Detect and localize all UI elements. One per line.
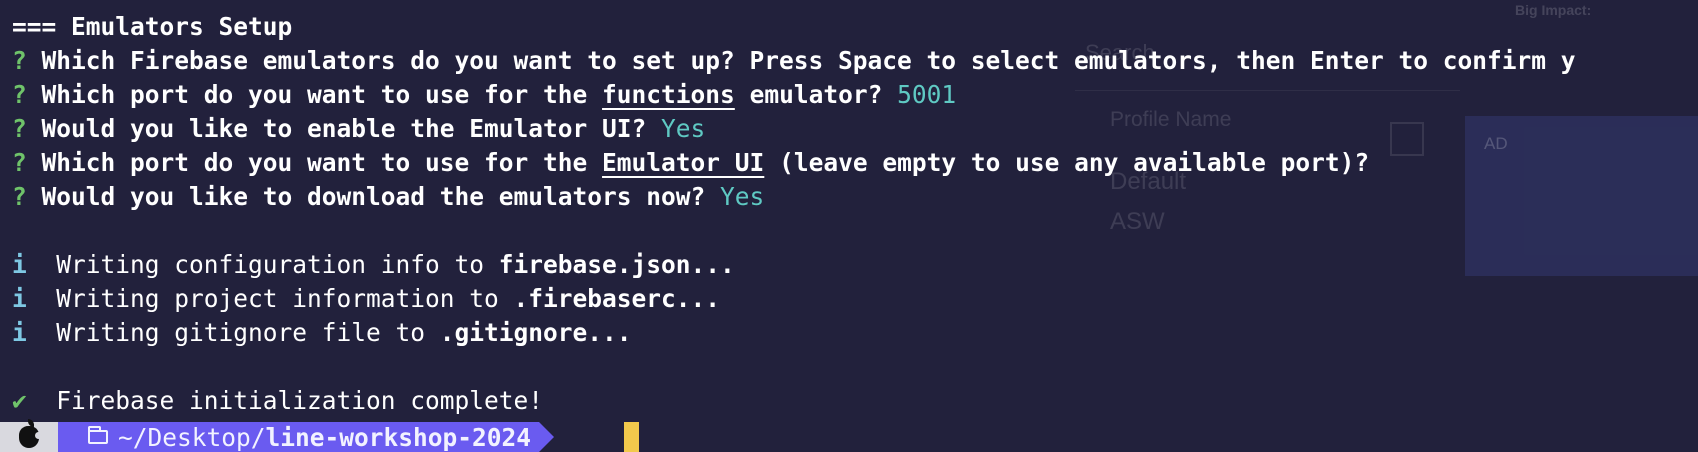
- question-mark-icon: ?: [12, 46, 27, 75]
- emphasized-term: functions: [602, 80, 735, 109]
- terminal-cursor[interactable]: [624, 422, 639, 452]
- question-text: emulator?: [734, 80, 898, 109]
- question-mark-icon: ?: [12, 80, 27, 109]
- file-name: .gitignore...: [439, 318, 632, 347]
- info-text: Writing gitignore file to: [26, 318, 440, 347]
- apple-icon: [19, 419, 42, 448]
- folder-icon: [88, 426, 108, 444]
- output-line-write-gitignore: i Writing gitignore file to .gitignore..…: [12, 316, 1698, 350]
- shell-prompt: ~/Desktop/line-workshop-2024: [0, 419, 555, 452]
- path-prefix: ~/Desktop/: [118, 422, 266, 452]
- file-name: firebase.json...: [498, 250, 735, 279]
- output-line-enable-ui: ? Would you like to enable the Emulator …: [12, 112, 1698, 146]
- success-text: Firebase initialization complete!: [26, 386, 544, 415]
- emphasized-term: Emulator UI: [602, 148, 765, 177]
- question-mark-icon: ?: [12, 148, 27, 177]
- question-text: Which port do you want to use for the: [41, 148, 603, 177]
- question-mark-icon: ?: [12, 114, 27, 143]
- output-line-ui-port: ? Which port do you want to use for the …: [12, 146, 1698, 180]
- question-text: (leave empty to use any available port)?: [764, 148, 1370, 177]
- terminal-output: === Emulators Setup ? Which Firebase emu…: [0, 0, 1698, 418]
- checkmark-icon: ✔: [12, 386, 27, 415]
- prompt-path-segment: ~/Desktop/line-workshop-2024: [58, 422, 555, 452]
- output-line-complete: ✔ Firebase initialization complete!: [12, 384, 1698, 418]
- info-icon: i: [12, 318, 27, 347]
- output-line-emulators-question: ? Which Firebase emulators do you want t…: [12, 44, 1698, 78]
- section-heading: === Emulators Setup: [12, 12, 293, 41]
- prompt-os-segment: [0, 419, 73, 452]
- answer-value: 5001: [897, 80, 957, 109]
- output-line-download: ? Would you like to download the emulato…: [12, 180, 1698, 214]
- question-text: Which port do you want to use for the: [41, 80, 603, 109]
- file-name: .firebaserc...: [513, 284, 721, 313]
- output-line-write-config: i Writing configuration info to firebase…: [12, 248, 1698, 282]
- answer-value: Yes: [661, 114, 706, 143]
- question-mark-icon: ?: [12, 182, 27, 211]
- info-text: Writing configuration info to: [26, 250, 499, 279]
- question-text: Which Firebase emulators do you want to …: [41, 46, 1576, 75]
- question-text: Would you like to enable the Emulator UI…: [41, 114, 662, 143]
- answer-value: Yes: [720, 182, 765, 211]
- path-directory: line-workshop-2024: [265, 422, 532, 452]
- output-line-write-project: i Writing project information to .fireba…: [12, 282, 1698, 316]
- question-text: Would you like to download the emulators…: [41, 182, 721, 211]
- info-text: Writing project information to: [26, 284, 514, 313]
- info-icon: i: [12, 250, 27, 279]
- output-line-functions-port: ? Which port do you want to use for the …: [12, 78, 1698, 112]
- info-icon: i: [12, 284, 27, 313]
